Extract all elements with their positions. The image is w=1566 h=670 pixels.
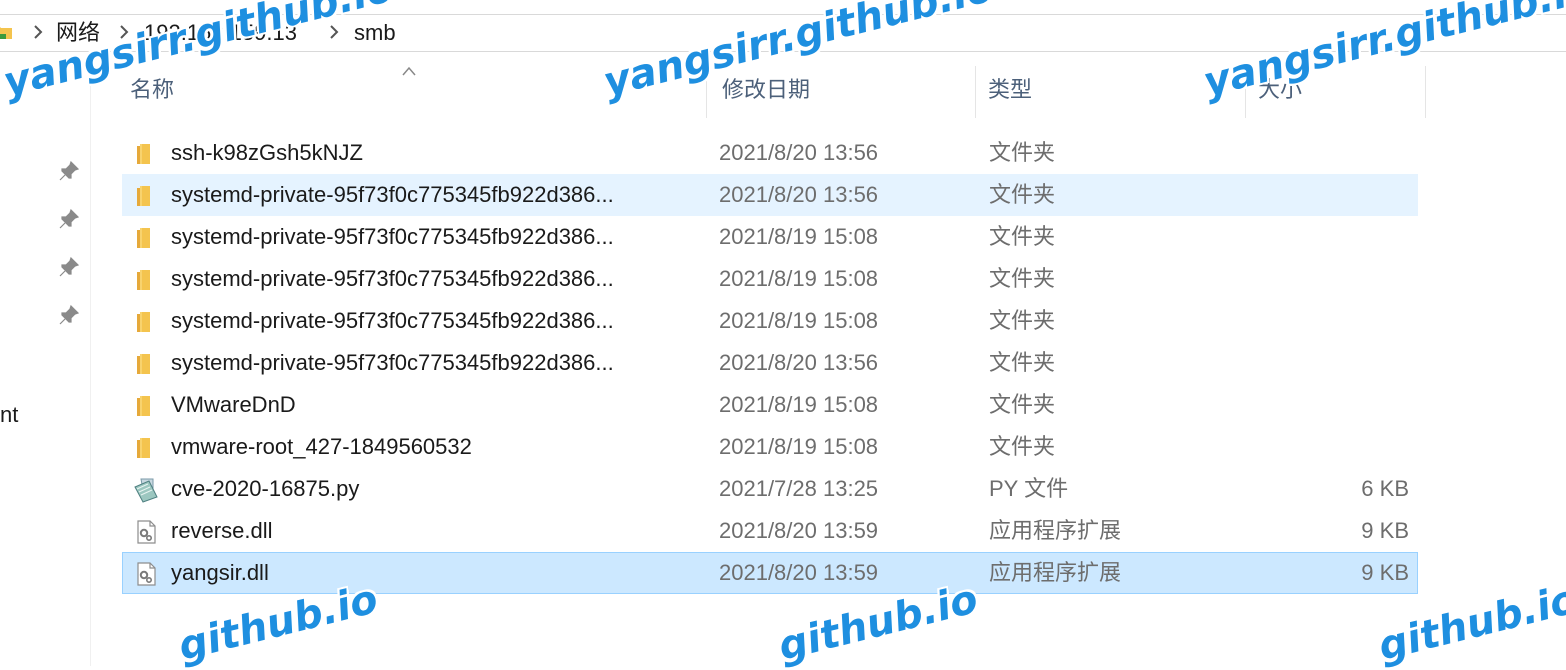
file-row[interactable]: systemd-private-95f73f0c775345fb922d386.… bbox=[122, 216, 1418, 258]
chevron-right-icon[interactable] bbox=[328, 24, 340, 40]
file-row[interactable]: systemd-private-95f73f0c775345fb922d386.… bbox=[122, 258, 1418, 300]
dll-file-icon bbox=[133, 519, 159, 545]
file-modified-date: 2021/7/28 13:25 bbox=[719, 476, 879, 501]
file-modified-date: 2021/8/19 15:08 bbox=[719, 224, 879, 249]
file-type: 文件夹 bbox=[989, 182, 1056, 207]
file-type: 文件夹 bbox=[989, 392, 1056, 417]
file-name[interactable]: yangsir.dll bbox=[171, 553, 269, 593]
column-divider[interactable] bbox=[975, 66, 976, 118]
pin-icon[interactable] bbox=[58, 304, 80, 326]
file-row[interactable]: systemd-private-95f73f0c775345fb922d386.… bbox=[122, 174, 1418, 216]
file-type: 文件夹 bbox=[989, 434, 1056, 459]
file-type: 文件夹 bbox=[989, 224, 1056, 249]
chevron-right-icon[interactable] bbox=[32, 24, 44, 40]
file-name[interactable]: vmware-root_427-1849560532 bbox=[171, 427, 472, 467]
file-type: 文件夹 bbox=[989, 308, 1056, 333]
network-folder-icon bbox=[0, 27, 12, 39]
dll-file-icon bbox=[133, 561, 159, 587]
column-divider[interactable] bbox=[1245, 66, 1246, 118]
file-name[interactable]: systemd-private-95f73f0c775345fb922d386.… bbox=[171, 217, 614, 257]
file-type: 文件夹 bbox=[989, 140, 1056, 165]
file-row[interactable]: systemd-private-95f73f0c775345fb922d386.… bbox=[122, 342, 1418, 384]
file-modified-date: 2021/8/19 15:08 bbox=[719, 434, 879, 459]
file-modified-date: 2021/8/20 13:59 bbox=[719, 518, 879, 543]
breadcrumb-share[interactable]: smb bbox=[354, 20, 396, 46]
column-divider[interactable] bbox=[706, 66, 707, 118]
breadcrumb-network[interactable]: 网络 bbox=[56, 20, 100, 46]
file-name[interactable]: cve-2020-16875.py bbox=[171, 469, 359, 509]
file-modified-date: 2021/8/19 15:08 bbox=[719, 308, 879, 333]
file-name[interactable]: systemd-private-95f73f0c775345fb922d386.… bbox=[171, 301, 614, 341]
file-type: 应用程序扩展 bbox=[989, 560, 1122, 585]
file-name[interactable]: reverse.dll bbox=[171, 511, 272, 551]
file-modified-date: 2021/8/20 13:56 bbox=[719, 140, 879, 165]
folder-icon bbox=[133, 141, 159, 167]
folder-icon bbox=[133, 225, 159, 251]
column-header-type[interactable]: 类型 bbox=[988, 64, 1032, 116]
folder-icon bbox=[133, 351, 159, 377]
column-divider[interactable] bbox=[1425, 66, 1426, 118]
pin-icon[interactable] bbox=[58, 160, 80, 182]
file-type: PY 文件 bbox=[989, 476, 1069, 501]
file-name[interactable]: VMwareDnD bbox=[171, 385, 296, 425]
file-name[interactable]: systemd-private-95f73f0c775345fb922d386.… bbox=[171, 259, 614, 299]
column-header-name[interactable]: 名称 bbox=[130, 64, 174, 116]
file-row[interactable]: VMwareDnD 2021/8/19 15:08 文件夹 bbox=[122, 384, 1418, 426]
file-type: 文件夹 bbox=[989, 266, 1056, 291]
folder-icon bbox=[133, 393, 159, 419]
file-row[interactable]: cve-2020-16875.py 2021/7/28 13:25 PY 文件 6 K… bbox=[122, 468, 1418, 510]
sort-ascending-icon bbox=[402, 66, 416, 76]
file-modified-date: 2021/8/19 15:08 bbox=[719, 266, 879, 291]
file-modified-date: 2021/8/20 13:56 bbox=[719, 350, 879, 375]
file-size: 6 KB bbox=[1361, 476, 1409, 501]
breadcrumb-host[interactable]: 192.168.159.13 bbox=[144, 20, 297, 46]
file-row[interactable]: vmware-root_427-1849560532 2021/8/19 15:0… bbox=[122, 426, 1418, 468]
nav-item-label[interactable]: nt bbox=[0, 402, 18, 428]
file-name[interactable]: systemd-private-95f73f0c775345fb922d386.… bbox=[171, 343, 614, 383]
folder-icon bbox=[133, 267, 159, 293]
file-modified-date: 2021/8/20 13:56 bbox=[719, 182, 879, 207]
column-header-size[interactable]: 大小 bbox=[1258, 64, 1302, 116]
file-row[interactable]: yangsir.dll 2021/8/20 13:59 应用程序扩展 9 KB bbox=[122, 552, 1418, 594]
file-row[interactable]: reverse.dll 2021/8/20 13:59 应用程序扩展 9 KB bbox=[122, 510, 1418, 552]
folder-icon bbox=[133, 435, 159, 461]
file-row[interactable]: systemd-private-95f73f0c775345fb922d386.… bbox=[122, 300, 1418, 342]
navigation-pane: nt bbox=[0, 52, 91, 666]
file-type: 文件夹 bbox=[989, 350, 1056, 375]
address-bar[interactable]: 网络 192.168.159.13 smb bbox=[0, 14, 1566, 52]
file-type: 应用程序扩展 bbox=[989, 518, 1122, 543]
pin-icon[interactable] bbox=[58, 208, 80, 230]
pin-icon[interactable] bbox=[58, 256, 80, 278]
file-name[interactable]: systemd-private-95f73f0c775345fb922d386.… bbox=[171, 175, 614, 215]
file-name[interactable]: ssh-k98zGsh5kNJZ bbox=[171, 133, 363, 173]
file-modified-date: 2021/8/19 15:08 bbox=[719, 392, 879, 417]
file-row[interactable]: ssh-k98zGsh5kNJZ 2021/8/20 13:56 文件夹 bbox=[122, 132, 1418, 174]
file-modified-date: 2021/8/20 13:59 bbox=[719, 560, 879, 585]
folder-icon bbox=[133, 309, 159, 335]
file-size: 9 KB bbox=[1361, 518, 1409, 543]
chevron-right-icon[interactable] bbox=[118, 24, 130, 40]
column-header-date[interactable]: 修改日期 bbox=[722, 64, 810, 116]
file-size: 9 KB bbox=[1361, 560, 1409, 585]
python-file-icon bbox=[133, 477, 159, 503]
folder-icon bbox=[133, 183, 159, 209]
